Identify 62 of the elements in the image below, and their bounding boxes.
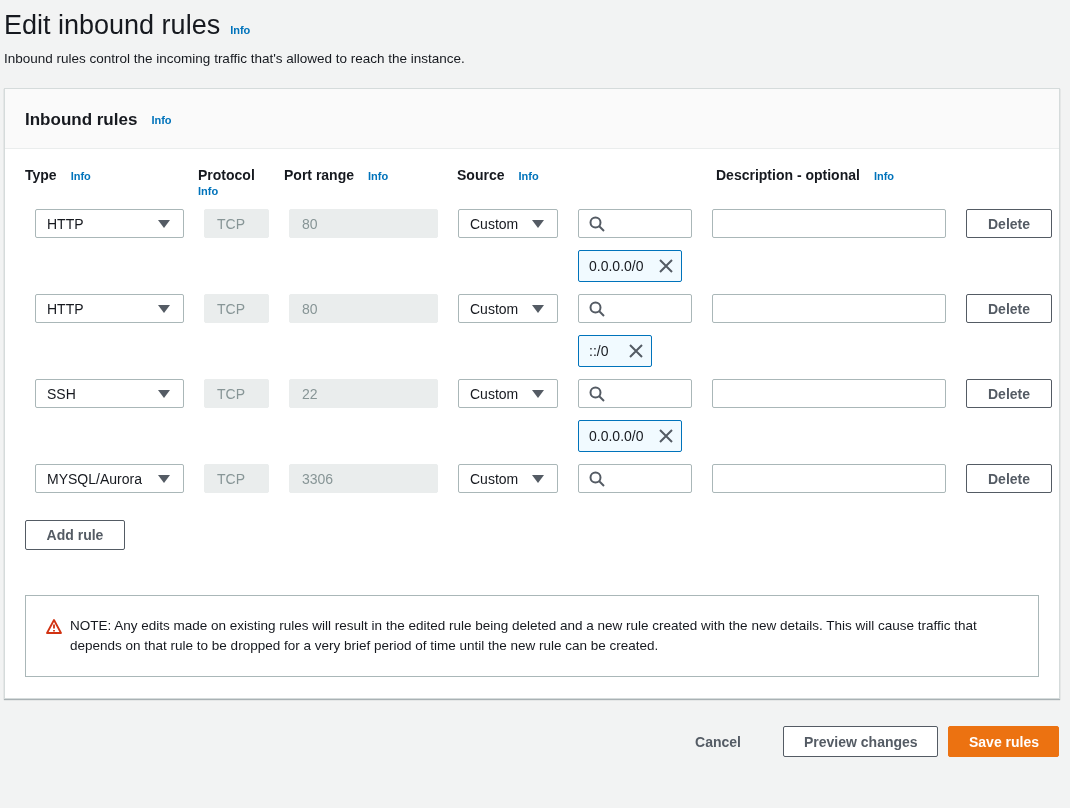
caret-icon (532, 388, 544, 399)
caret-icon (532, 218, 544, 229)
type-select[interactable]: HTTP (35, 209, 184, 238)
token-text: 0.0.0.0/0 (589, 427, 645, 446)
delete-button[interactable]: Delete (966, 379, 1052, 408)
preview-changes-button[interactable]: Preview changes (783, 726, 938, 757)
info-link[interactable]: Info (230, 24, 251, 36)
type-select[interactable]: HTTP (35, 294, 184, 323)
source-select[interactable]: Custom (458, 209, 558, 238)
remove-button[interactable] (659, 427, 673, 443)
type-select[interactable]: SSH (35, 379, 184, 408)
info-link[interactable]: Info (518, 170, 539, 182)
caret-icon (158, 303, 170, 314)
caret-icon (158, 473, 170, 484)
token-text: 0.0.0.0/0 (589, 257, 645, 276)
column-header: Type (25, 167, 57, 183)
search-icon (589, 385, 605, 402)
info-link[interactable]: Info (151, 113, 172, 126)
page-description: Inbound rules control the incoming traffic that's allowed to reach the instance. (4, 51, 466, 66)
search-icon (589, 470, 605, 487)
description-field[interactable] (712, 464, 946, 493)
remove-button[interactable] (629, 342, 643, 358)
caret-icon (158, 388, 170, 399)
add-rule-button[interactable]: Add rule (25, 520, 125, 550)
delete-button[interactable]: Delete (966, 209, 1052, 238)
column-header: Port range (284, 167, 354, 183)
close-icon (629, 344, 643, 358)
info-link[interactable]: Info (368, 170, 389, 182)
caret-icon (532, 303, 544, 314)
description-field[interactable] (712, 379, 946, 408)
column-header: Source (457, 167, 505, 183)
close-icon (659, 259, 673, 273)
info-link[interactable]: Info (70, 170, 91, 182)
page-title: Edit inbound rules (4, 10, 221, 41)
search-field[interactable] (578, 294, 692, 323)
token-text: ::/0 (589, 342, 610, 361)
caret-icon (532, 473, 544, 484)
search-field[interactable] (578, 379, 692, 408)
type-select[interactable]: MYSQL/Aurora (35, 464, 184, 493)
description-field[interactable] (712, 294, 946, 323)
column-header: Protocol (198, 167, 255, 183)
column-header: Description - optional (716, 167, 860, 183)
remove-button[interactable] (659, 257, 673, 273)
save-rules-button[interactable]: Save rules (948, 726, 1059, 757)
close-icon (659, 429, 673, 443)
info-link[interactable]: Info (873, 170, 895, 182)
search-icon (589, 215, 605, 232)
source-select[interactable]: Custom (458, 464, 558, 493)
search-field[interactable] (578, 464, 692, 493)
warning-icon (46, 619, 62, 634)
cancel-button[interactable]: Cancel (675, 726, 761, 757)
info-link[interactable]: Info (198, 185, 219, 197)
note-text: NOTE: Any edits made on existing rules will result in the edited rule being deleted and a new rule created with the new details. This will cause traffic that depends on that rule to be dropped for a very brief period of time until the new rule can be created. (70, 617, 978, 655)
delete-button[interactable]: Delete (966, 464, 1052, 493)
source-select[interactable]: Custom (458, 294, 558, 323)
search-icon (589, 300, 605, 317)
delete-button[interactable]: Delete (966, 294, 1052, 323)
source-select[interactable]: Custom (458, 379, 558, 408)
search-field[interactable] (578, 209, 692, 238)
caret-icon (158, 218, 170, 229)
panel-title: Inbound rules (25, 109, 138, 130)
description-field[interactable] (712, 209, 946, 238)
